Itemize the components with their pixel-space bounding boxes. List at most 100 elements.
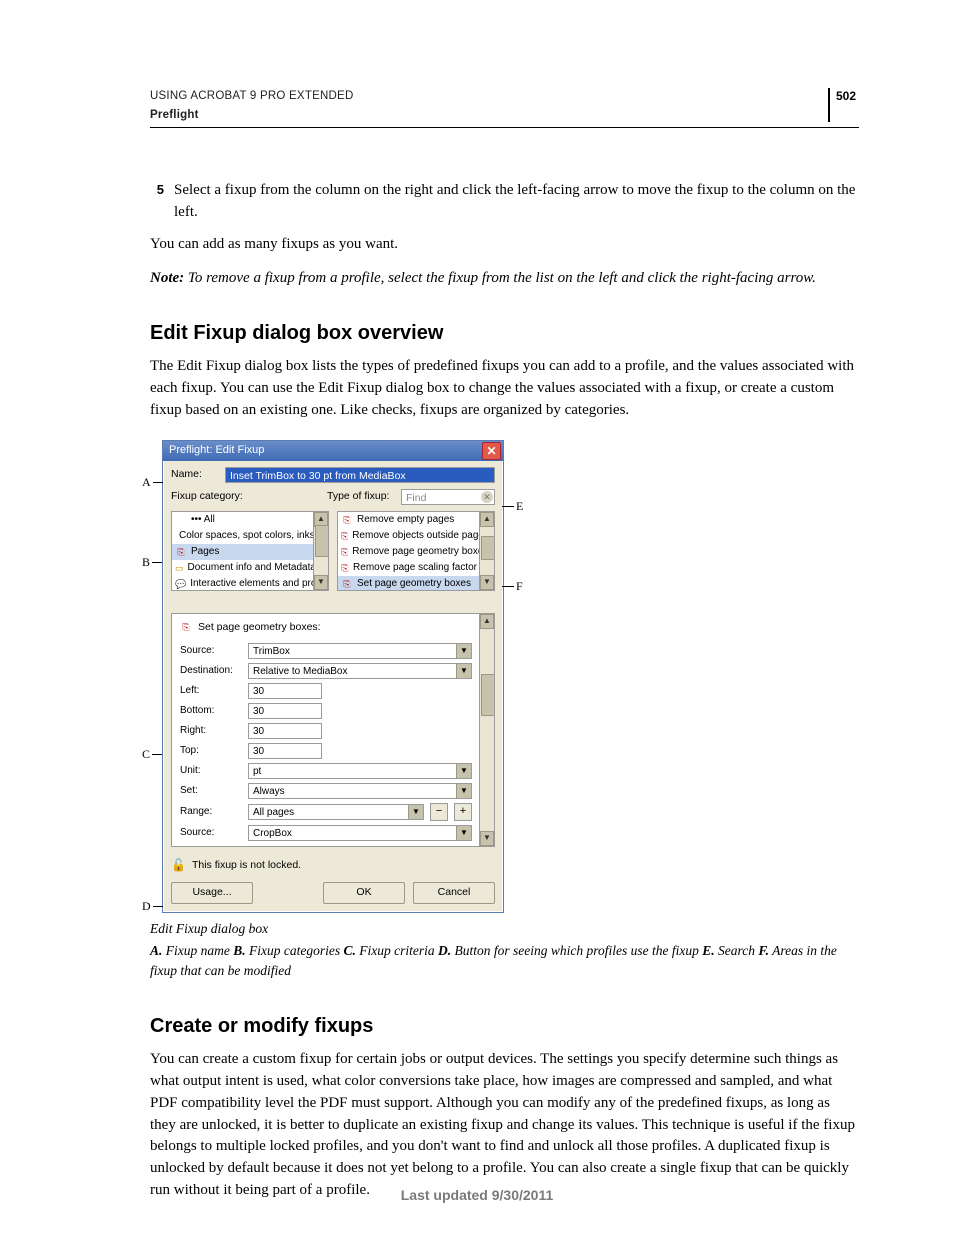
pdf-icon: ⎘	[180, 621, 192, 633]
pdf-icon: ⎘	[175, 546, 187, 558]
scrollbar[interactable]: ▲ ▼	[479, 512, 494, 590]
chevron-down-icon[interactable]: ▼	[456, 764, 471, 778]
callout-a: A	[140, 474, 163, 492]
dialog-title: Preflight: Edit Fixup	[169, 443, 264, 459]
chevron-down-icon[interactable]: ▼	[456, 784, 471, 798]
scroll-down-icon[interactable]: ▼	[314, 575, 328, 590]
scroll-thumb[interactable]	[315, 525, 329, 557]
page-number: 502	[828, 88, 856, 122]
range-label: Range:	[180, 805, 242, 820]
remove-button[interactable]: −	[430, 803, 448, 821]
category-list[interactable]: ••• All Color spaces, spot colors, inks …	[171, 511, 329, 591]
list-item[interactable]: Color spaces, spot colors, inks	[172, 528, 314, 544]
metadata-icon: ▭	[175, 562, 184, 574]
scroll-thumb[interactable]	[481, 536, 495, 560]
set-combo[interactable]: Always▼	[248, 783, 472, 799]
callout-b: B	[140, 554, 162, 572]
footer-updated: Last updated 9/30/2011	[0, 1185, 954, 1205]
source-combo[interactable]: TrimBox▼	[248, 643, 472, 659]
right-label: Right:	[180, 724, 242, 739]
lock-status: 🔓 This fixup is not locked.	[171, 857, 495, 874]
category-label: Fixup category:	[171, 489, 321, 504]
right-field[interactable]: 30	[248, 723, 322, 739]
figure-edit-fixup-dialog: A B C D E F Preflight: Edit Fixup ✕ Name…	[150, 440, 859, 913]
callout-f: F	[502, 578, 525, 596]
callout-c: C	[140, 746, 162, 764]
running-title: USING ACROBAT 9 PRO EXTENDED	[150, 88, 859, 105]
scrollbar[interactable]: ▲ ▼	[313, 512, 328, 590]
list-item[interactable]: 💬Interactive elements and prope	[172, 576, 314, 590]
range-combo[interactable]: All pages▼	[248, 804, 424, 820]
step-number: 5	[150, 181, 164, 224]
paragraph: The Edit Fixup dialog box lists the type…	[150, 356, 859, 421]
close-icon[interactable]: ✕	[482, 442, 501, 460]
search-placeholder: Find	[406, 492, 426, 504]
unit-combo[interactable]: pt▼	[248, 763, 472, 779]
list-item[interactable]: ▭Document info and Metadata	[172, 560, 314, 576]
bottom-label: Bottom:	[180, 704, 242, 719]
heading-create-modify-fixups: Create or modify fixups	[150, 1012, 859, 1041]
list-item[interactable]: ••• All	[172, 512, 314, 528]
step-text: Select a fixup from the column on the ri…	[174, 180, 859, 224]
figure-caption: Edit Fixup dialog box	[150, 919, 859, 939]
header-rule	[150, 127, 859, 128]
scrollbar[interactable]: ▲ ▼	[479, 614, 494, 846]
scroll-up-icon[interactable]: ▲	[480, 614, 494, 629]
scroll-down-icon[interactable]: ▼	[480, 831, 494, 846]
pdf-icon: ⎘	[341, 562, 349, 574]
paragraph: You can create a custom fixup for certai…	[150, 1049, 859, 1201]
list-item[interactable]: ⎘Remove page scaling factor	[338, 560, 480, 576]
chevron-down-icon[interactable]: ▼	[456, 826, 471, 840]
type-label: Type of fixup:	[327, 489, 395, 504]
name-label: Name:	[171, 467, 219, 482]
callout-e: E	[502, 498, 525, 516]
interactive-icon: 💬	[175, 578, 186, 590]
dialog-titlebar[interactable]: Preflight: Edit Fixup ✕	[163, 441, 503, 461]
top-field[interactable]: 30	[248, 743, 322, 759]
unlock-icon: 🔓	[171, 857, 186, 874]
fixup-parameters-panel: ⎘ Set page geometry boxes: Source: TrimBo…	[171, 613, 495, 847]
unit-label: Unit:	[180, 764, 242, 779]
usage-button[interactable]: Usage...	[171, 882, 253, 904]
step-list: 5 Select a fixup from the column on the …	[150, 180, 859, 224]
chevron-down-icon[interactable]: ▼	[456, 644, 471, 658]
destination-label: Destination:	[180, 664, 242, 679]
params-header: ⎘ Set page geometry boxes:	[180, 620, 472, 635]
fixup-type-list[interactable]: ⎘Remove empty pages ⎘Remove objects outs…	[337, 511, 495, 591]
chevron-down-icon[interactable]: ▼	[408, 805, 423, 819]
scroll-up-icon[interactable]: ▲	[480, 512, 494, 527]
running-head: USING ACROBAT 9 PRO EXTENDED Preflight	[150, 88, 859, 123]
running-section: Preflight	[150, 107, 859, 124]
bottom-field[interactable]: 30	[248, 703, 322, 719]
top-label: Top:	[180, 744, 242, 759]
scroll-down-icon[interactable]: ▼	[480, 575, 494, 590]
list-item[interactable]: ⎘Set page geometry boxes	[338, 576, 480, 590]
edit-fixup-dialog: Preflight: Edit Fixup ✕ Name: Inset Trim…	[162, 440, 504, 913]
left-label: Left:	[180, 684, 242, 699]
pdf-icon: ⎘	[341, 514, 353, 526]
source-label: Source:	[180, 644, 242, 659]
pdf-icon: ⎘	[341, 578, 353, 590]
chevron-down-icon[interactable]: ▼	[456, 664, 471, 678]
callout-d: D	[140, 898, 163, 916]
figure-legend: A. Fixup name B. Fixup categories C. Fix…	[150, 941, 859, 983]
ok-button[interactable]: OK	[323, 882, 405, 904]
search-input[interactable]: Find ✕	[401, 489, 495, 505]
list-item[interactable]: ⎘Pages	[172, 544, 314, 560]
destination-combo[interactable]: Relative to MediaBox▼	[248, 663, 472, 679]
list-item[interactable]: ⎘Remove objects outside page a	[338, 528, 480, 544]
scroll-thumb[interactable]	[481, 674, 495, 716]
set-label: Set:	[180, 784, 242, 799]
list-item[interactable]: ⎘Remove empty pages	[338, 512, 480, 528]
list-item[interactable]: ⎘Remove page geometry boxes	[338, 544, 480, 560]
clear-search-icon[interactable]: ✕	[481, 491, 493, 503]
left-field[interactable]: 30	[248, 683, 322, 699]
name-field[interactable]: Inset TrimBox to 30 pt from MediaBox	[225, 467, 495, 483]
note-label: Note:	[150, 270, 184, 286]
note: Note: To remove a fixup from a profile, …	[150, 268, 859, 290]
lock-text: This fixup is not locked.	[192, 858, 301, 873]
pdf-icon: ⎘	[341, 546, 348, 558]
cancel-button[interactable]: Cancel	[413, 882, 495, 904]
add-button[interactable]: +	[454, 803, 472, 821]
source2-combo[interactable]: CropBox▼	[248, 825, 472, 841]
